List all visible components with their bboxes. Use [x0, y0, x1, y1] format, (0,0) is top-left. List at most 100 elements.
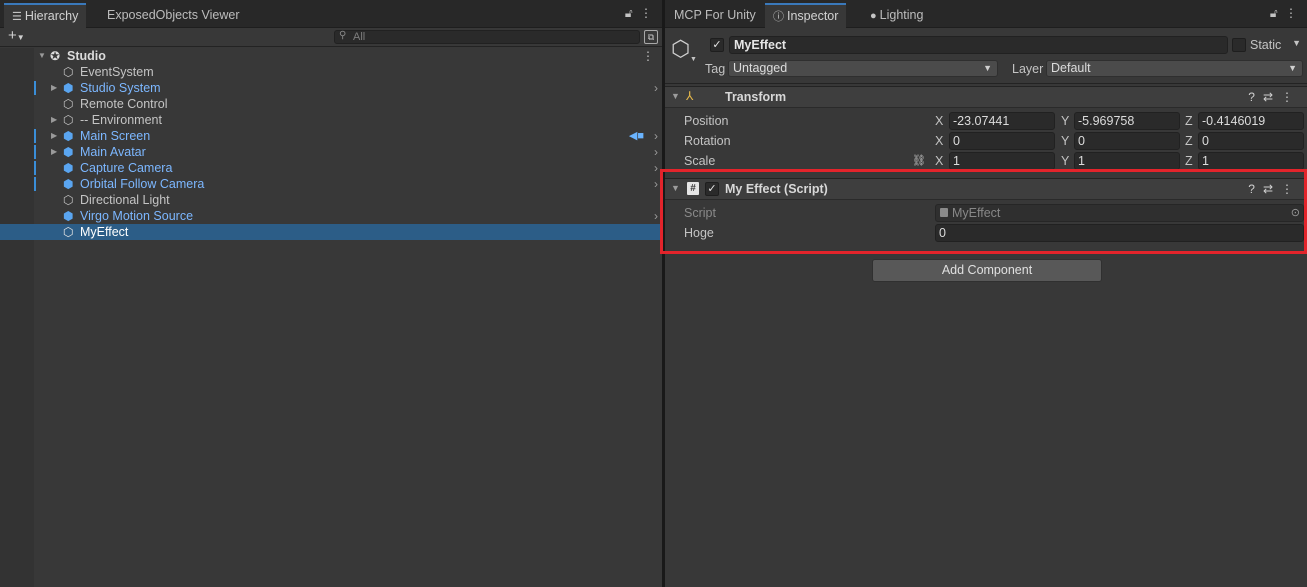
chevron-right-icon[interactable]: › [654, 208, 658, 224]
gameobject-icon: ⬡ [63, 113, 74, 127]
chevron-right-icon[interactable]: › [654, 128, 658, 144]
component-tools: ?⇄⋮ [1248, 182, 1301, 196]
chevron-down-icon: ▼ [983, 63, 992, 73]
axis-z-label[interactable]: Z [1185, 134, 1193, 148]
hierarchy-tab-tools: 🔓︎ ⋮ [625, 6, 652, 21]
list-item[interactable]: ⬢ Virgo Motion Source › [0, 208, 662, 224]
preset-icon[interactable]: ⇄ [1263, 182, 1281, 196]
axis-z-label[interactable]: Z [1185, 154, 1193, 168]
foldout-arrow-icon[interactable]: ▶ [51, 80, 57, 96]
position-x-field[interactable]: -23.07441 [949, 112, 1055, 130]
axis-y-label[interactable]: Y [1061, 114, 1069, 128]
tab-lighting[interactable]: ● Lighting [862, 3, 931, 28]
axis-x-label[interactable]: X [935, 154, 943, 168]
prefab-override-marker [34, 145, 36, 159]
static-dropdown-arrow-icon[interactable]: ▼ [1292, 38, 1301, 48]
hierarchy-search[interactable]: ⚲ [334, 30, 640, 44]
hoge-field[interactable]: 0 [935, 224, 1304, 242]
unity-scene-icon: ✪ [50, 49, 61, 63]
tab-hierarchy[interactable]: ☰ Hierarchy [4, 3, 87, 28]
hierarchy-search-input[interactable] [353, 31, 633, 43]
list-icon: ☰ [12, 11, 22, 23]
more-menu-icon[interactable]: ⋮ [1281, 90, 1301, 104]
script-component-header[interactable]: ▼ # ✓ My Effect (Script) ?⇄⋮ [665, 178, 1307, 200]
object-name-field[interactable]: MyEffect [729, 36, 1228, 54]
add-component-button[interactable]: Add Component [872, 259, 1102, 282]
search-icon: ⚲ [339, 30, 347, 41]
prefab-icon: ⬢ [63, 161, 74, 175]
axis-y-label[interactable]: Y [1061, 154, 1069, 168]
prefab-override-marker [34, 81, 36, 95]
tag-dropdown[interactable]: Untagged ▼ [728, 60, 998, 77]
foldout-arrow-icon[interactable]: ▶ [51, 128, 57, 144]
axis-z-label[interactable]: Z [1185, 114, 1193, 128]
chevron-right-icon[interactable]: › [654, 80, 658, 96]
more-menu-icon[interactable]: ⋮ [1285, 6, 1297, 20]
constrain-proportions-icon[interactable]: ⛓ [912, 154, 926, 167]
tab-exposed-objects-viewer[interactable]: ExposedObjects Viewer [99, 3, 247, 28]
prefab-override-marker [34, 161, 36, 175]
more-menu-icon[interactable]: ⋮ [1281, 182, 1301, 196]
list-item[interactable]: ⬢ Orbital Follow Camera › [0, 176, 662, 192]
tab-mcp-for-unity[interactable]: MCP For Unity [666, 3, 764, 28]
prefab-icon: ⬢ [63, 145, 74, 159]
scale-x-field[interactable]: 1 [949, 152, 1055, 170]
lock-icon[interactable]: 🔓︎ [625, 6, 633, 20]
transform-header[interactable]: ▼ ⅄ Transform ?⇄⋮ [665, 86, 1307, 108]
list-item[interactable]: ⬢ Capture Camera › [0, 160, 662, 176]
scale-y-field[interactable]: 1 [1074, 152, 1180, 170]
list-item[interactable]: ⬡ Directional Light [0, 192, 662, 208]
rotation-z-field[interactable]: 0 [1198, 132, 1304, 150]
scene-menu-icon[interactable]: ⋮ [642, 48, 654, 64]
active-checkbox[interactable]: ✓ [710, 38, 724, 52]
hierarchy-tabbar: ☰ Hierarchy ExposedObjects Viewer 🔓︎ ⋮ [0, 0, 662, 28]
gameobject-icon: ⬡ [63, 65, 74, 79]
list-item[interactable]: ⬡ EventSystem [0, 64, 662, 80]
scene-row[interactable]: ▼ ✪ Studio ⋮ [0, 48, 662, 64]
chevron-right-icon[interactable]: › [654, 144, 658, 160]
prefab-icon: ⬢ [63, 209, 74, 223]
foldout-arrow-icon[interactable]: ▼ [38, 48, 46, 64]
prefab-override-marker [34, 177, 36, 191]
gameobject-icon: ⬡ [63, 193, 74, 207]
help-icon[interactable]: ? [1248, 182, 1263, 196]
add-object-button[interactable]: +▼ [8, 27, 25, 44]
tab-inspector[interactable]: ⓘ Inspector [765, 3, 847, 28]
help-icon[interactable]: ? [1248, 90, 1263, 104]
rotation-y-field[interactable]: 0 [1074, 132, 1180, 150]
list-item-selected[interactable]: ⬡ MyEffect [0, 224, 662, 240]
icon-dropdown-arrow-icon[interactable]: ▼ [690, 56, 697, 63]
more-menu-icon[interactable]: ⋮ [640, 6, 652, 20]
list-item[interactable]: ▶ ⬢ Main Screen ◀■ › [0, 128, 662, 144]
axis-y-label[interactable]: Y [1061, 134, 1069, 148]
foldout-arrow-icon[interactable]: ▼ [671, 183, 680, 193]
script-file-icon [940, 208, 948, 217]
layer-dropdown[interactable]: Default ▼ [1046, 60, 1303, 77]
static-checkbox[interactable] [1232, 38, 1246, 52]
list-item[interactable]: ⬡ Remote Control [0, 96, 662, 112]
hierarchy-panel: ☰ Hierarchy ExposedObjects Viewer 🔓︎ ⋮ +▼… [0, 0, 662, 587]
list-item[interactable]: ▶ ⬢ Studio System › [0, 80, 662, 96]
position-y-field[interactable]: -5.969758 [1074, 112, 1180, 130]
preset-icon[interactable]: ⇄ [1263, 90, 1281, 104]
prefab-override-marker [34, 129, 36, 143]
open-window-icon[interactable]: ⧉ [644, 30, 658, 44]
foldout-arrow-icon[interactable]: ▶ [51, 112, 57, 128]
list-item[interactable]: ▶ ⬢ Main Avatar › [0, 144, 662, 160]
rotation-x-field[interactable]: 0 [949, 132, 1055, 150]
axis-x-label[interactable]: X [935, 114, 943, 128]
list-item[interactable]: ▶ ⬡ -- Environment [0, 112, 662, 128]
chevron-right-icon[interactable]: › [654, 176, 658, 192]
scale-z-field[interactable]: 1 [1198, 152, 1304, 170]
inspector-tab-tools: 🔓︎ ⋮ [1270, 6, 1297, 21]
foldout-arrow-icon[interactable]: ▼ [671, 91, 680, 101]
chevron-right-icon[interactable]: › [654, 160, 658, 176]
script-icon: # [687, 182, 699, 195]
object-picker-icon: ⊙ [1290, 207, 1300, 219]
component-enabled-checkbox[interactable]: ✓ [705, 182, 719, 196]
axis-x-label[interactable]: X [935, 134, 943, 148]
camera-icon: ◀■ [628, 130, 644, 142]
lock-icon[interactable]: 🔓︎ [1270, 6, 1278, 20]
foldout-arrow-icon[interactable]: ▶ [51, 144, 57, 160]
position-z-field[interactable]: -0.4146019 [1198, 112, 1304, 130]
